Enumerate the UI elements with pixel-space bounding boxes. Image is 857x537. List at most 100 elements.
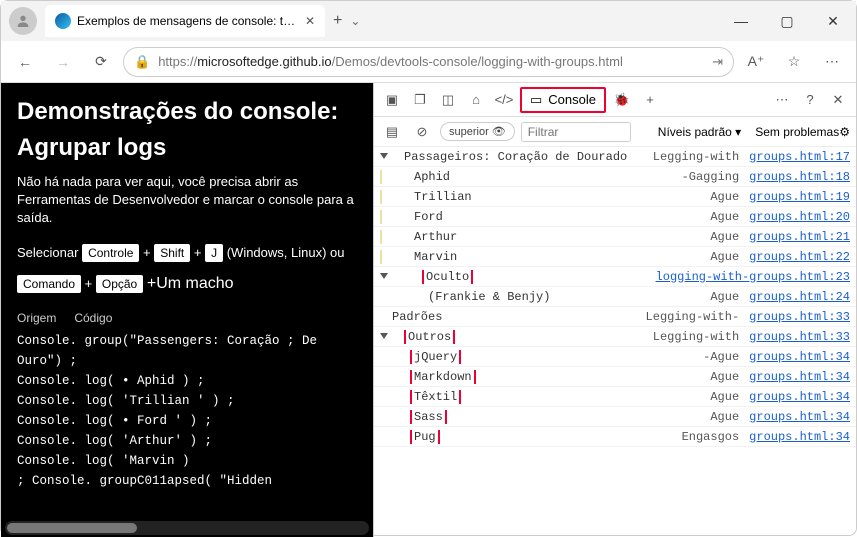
console-output[interactable]: Passageiros: Coração de DouradoLegging-w…: [374, 147, 856, 537]
console-row[interactable]: SassAguegroups.html:34: [374, 407, 856, 427]
browser-tab[interactable]: Exemplos de mensagens de console: traça …: [45, 5, 325, 37]
console-row-source: Ague: [710, 410, 739, 424]
close-window-button[interactable]: ✕: [810, 1, 856, 41]
horizontal-scrollbar[interactable]: [5, 521, 369, 535]
code-line: Console. log( 'Trillian ' ) ;: [17, 391, 357, 411]
console-row-link[interactable]: groups.html:33: [749, 330, 850, 344]
code-line: ; Console. groupC011apsed( "Hidden: [17, 471, 357, 491]
edge-icon: [55, 13, 71, 29]
console-row-link[interactable]: groups.html:34: [749, 390, 850, 404]
url-host: microsoftedge.github.io: [197, 54, 331, 69]
console-row-link[interactable]: groups.html:17: [749, 150, 850, 164]
maximize-button[interactable]: ▢: [764, 1, 810, 41]
new-tab-button[interactable]: +: [333, 12, 342, 30]
console-row-link[interactable]: groups.html:22: [749, 250, 850, 264]
page-intro: Não há nada para ver aqui, você precisa …: [17, 173, 357, 228]
devtools-tabbar: ▣ ❐ ◫ ⌂ </> ▭ Console 🐞 + ⋯ ? ✕: [374, 83, 856, 117]
console-row[interactable]: MarkdownAguegroups.html:34: [374, 367, 856, 387]
console-row-source: Ague: [710, 370, 739, 384]
more-tabs-button[interactable]: +: [638, 88, 662, 112]
console-row[interactable]: OutrosLegging-withgroups.html:33: [374, 327, 856, 347]
code-header-code: Código: [74, 311, 112, 325]
console-row[interactable]: Ocultologging-with-groups.html:23: [374, 267, 856, 287]
help-icon[interactable]: ?: [798, 88, 822, 112]
console-row[interactable]: (Frankie & Benjy)Aguegroups.html:24: [374, 287, 856, 307]
console-row[interactable]: PugEngasgosgroups.html:34: [374, 427, 856, 447]
expand-icon[interactable]: [380, 273, 388, 279]
console-row[interactable]: FordAguegroups.html:20: [374, 207, 856, 227]
kbd-opt: Opção: [96, 275, 143, 293]
code-header-origin: Origem: [17, 311, 56, 325]
sources-icon[interactable]: 🐞: [610, 88, 634, 112]
context-selector[interactable]: superior 👁: [440, 122, 515, 141]
console-row[interactable]: Passageiros: Coração de DouradoLegging-w…: [374, 147, 856, 167]
console-row-link[interactable]: groups.html:34: [749, 350, 850, 364]
clear-console-button[interactable]: ⊘: [410, 120, 434, 144]
console-row-link[interactable]: groups.html:24: [749, 290, 850, 304]
log-levels-dropdown[interactable]: Níveis padrão ▾: [658, 125, 741, 139]
code-line: Console. log( • Ford ' ) ;: [17, 411, 357, 431]
group-bar-icon: [380, 250, 382, 264]
favorite-button[interactable]: ☆: [778, 46, 810, 78]
enter-site-icon[interactable]: ⇥: [712, 54, 723, 70]
kbd-tail2: +Um macho: [147, 275, 234, 292]
welcome-icon[interactable]: ⌂: [464, 88, 488, 112]
expand-icon[interactable]: [380, 153, 388, 159]
console-row[interactable]: MarvinAguegroups.html:22: [374, 247, 856, 267]
devtools-panel: ▣ ❐ ◫ ⌂ </> ▭ Console 🐞 + ⋯ ? ✕ ▤ ⊘ supe…: [373, 83, 856, 537]
console-row-source: Ague: [710, 190, 739, 204]
console-row-link[interactable]: groups.html:33: [749, 310, 850, 324]
console-row[interactable]: TrillianAguegroups.html:19: [374, 187, 856, 207]
console-row-link[interactable]: groups.html:19: [749, 190, 850, 204]
profile-avatar[interactable]: [9, 7, 37, 35]
tab-console-label: Console: [548, 92, 596, 107]
console-row-link[interactable]: groups.html:21: [749, 230, 850, 244]
console-row-link[interactable]: groups.html:20: [749, 210, 850, 224]
elements-icon[interactable]: </>: [492, 88, 516, 112]
dock-icon[interactable]: ◫: [436, 88, 460, 112]
code-line: Console. group("Passengers: Coração ; De…: [17, 331, 357, 371]
issues-button[interactable]: Sem problemas⚙: [755, 125, 850, 139]
console-toolbar: ▤ ⊘ superior 👁 Níveis padrão ▾ Sem probl…: [374, 117, 856, 147]
console-row-source: Legging-with-: [646, 310, 740, 324]
console-row-link[interactable]: logging-with-groups.html:23: [656, 270, 850, 284]
console-row-source: -Gagging: [682, 170, 740, 184]
console-row-source: Legging-with: [653, 150, 739, 164]
kbd-tail: (Windows, Linux) ou: [227, 245, 345, 260]
code-line: Console. log( • Aphid ) ;: [17, 371, 357, 391]
console-row[interactable]: PadrõesLegging-with-groups.html:33: [374, 307, 856, 327]
console-sidebar-toggle[interactable]: ▤: [380, 120, 404, 144]
menu-button[interactable]: ⋯: [816, 46, 848, 78]
console-row-link[interactable]: groups.html:18: [749, 170, 850, 184]
close-devtools-button[interactable]: ✕: [826, 88, 850, 112]
console-row-link[interactable]: groups.html:34: [749, 430, 850, 444]
expand-icon[interactable]: [380, 333, 388, 339]
refresh-button[interactable]: ⟳: [85, 46, 117, 78]
devtools-menu-button[interactable]: ⋯: [770, 88, 794, 112]
console-row[interactable]: jQuery-Aguegroups.html:34: [374, 347, 856, 367]
console-row-link[interactable]: groups.html:34: [749, 370, 850, 384]
filter-input[interactable]: [521, 122, 631, 142]
minimize-button[interactable]: —: [718, 1, 764, 41]
console-row-source: Ague: [710, 230, 739, 244]
read-aloud-button[interactable]: A⁺: [740, 46, 772, 78]
close-tab-icon[interactable]: ✕: [305, 14, 315, 28]
console-row-source: Legging-with: [653, 330, 739, 344]
device-icon[interactable]: ❐: [408, 88, 432, 112]
titlebar: Exemplos de mensagens de console: traça …: [1, 1, 856, 41]
console-row[interactable]: Aphid-Gagginggroups.html:18: [374, 167, 856, 187]
tab-actions-button[interactable]: ⌄: [350, 14, 360, 28]
kbd-ctrl: Controle: [82, 244, 139, 262]
url-path: /Demos/devtools-console/logging-with-gro…: [332, 54, 623, 69]
console-row[interactable]: TêxtilAguegroups.html:34: [374, 387, 856, 407]
kbd-cmd: Comando: [17, 275, 81, 293]
back-button[interactable]: ←: [9, 46, 41, 78]
page-heading-2: Agrupar logs: [17, 133, 357, 163]
tab-console[interactable]: ▭ Console: [520, 87, 606, 113]
address-bar[interactable]: 🔒 https://microsoftedge.github.io/Demos/…: [123, 47, 734, 77]
console-row-link[interactable]: groups.html:34: [749, 410, 850, 424]
inspect-icon[interactable]: ▣: [380, 88, 404, 112]
console-row-source: Ague: [710, 250, 739, 264]
group-bar-icon: [380, 230, 382, 244]
console-row[interactable]: ArthurAguegroups.html:21: [374, 227, 856, 247]
